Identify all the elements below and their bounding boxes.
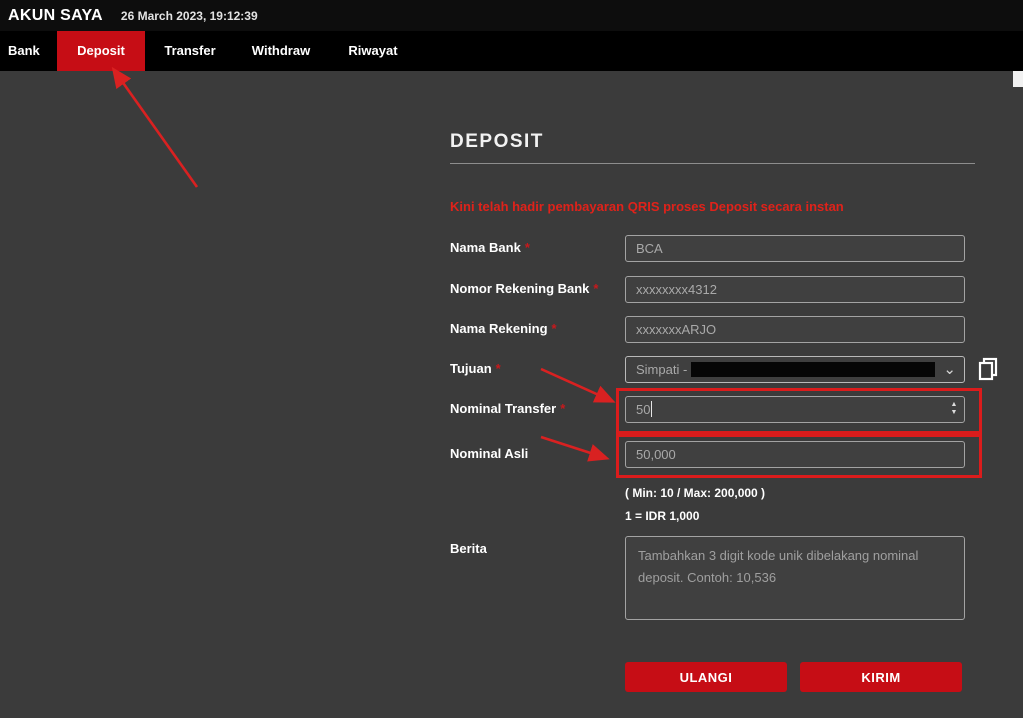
label-nomor-rekening: Nomor Rekening Bank*	[450, 281, 598, 296]
required-marker: *	[560, 401, 565, 416]
spinner-down-icon[interactable]: ▼	[951, 409, 958, 417]
copy-icon[interactable]	[978, 357, 998, 381]
nama-bank-field[interactable]	[625, 235, 965, 262]
label-nominal-asli: Nominal Asli	[450, 446, 528, 461]
label-nominal-transfer: Nominal Transfer*	[450, 401, 565, 416]
heading-divider	[450, 163, 975, 164]
deposit-heading: DEPOSIT	[450, 131, 544, 153]
nominal-asli-field[interactable]	[625, 441, 965, 468]
rate-hint: 1 = IDR 1,000	[625, 509, 699, 523]
qris-notice: Kini telah hadir pembayaran QRIS proses …	[450, 199, 980, 214]
label-nama-rekening: Nama Rekening*	[450, 321, 557, 336]
required-marker: *	[593, 281, 598, 296]
label-berita: Berita	[450, 541, 487, 556]
nama-rekening-field[interactable]	[625, 316, 965, 343]
datetime-label: 26 March 2023, 19:12:39	[121, 9, 258, 23]
tujuan-selected-value: Simpati -	[636, 362, 687, 377]
tab-transfer[interactable]: Transfer	[145, 31, 235, 71]
chevron-down-icon: ⌄	[943, 365, 956, 375]
page-title: AKUN SAYA	[8, 7, 103, 25]
number-stepper[interactable]: ▲ ▼	[947, 398, 961, 420]
tab-withdraw[interactable]: Withdraw	[235, 31, 327, 71]
kirim-button[interactable]: KIRIM	[800, 662, 962, 692]
nomor-rekening-field[interactable]	[625, 276, 965, 303]
required-marker: *	[525, 240, 530, 255]
label-tujuan: Tujuan*	[450, 361, 501, 376]
tab-bank[interactable]: Bank	[0, 31, 57, 71]
redacted-text	[691, 362, 935, 377]
account-page: AKUN SAYA 26 March 2023, 19:12:39 Bank D…	[0, 0, 1023, 718]
min-max-hint: ( Min: 10 / Max: 200,000 )	[625, 486, 765, 500]
required-marker: *	[496, 361, 501, 376]
tab-riwayat[interactable]: Riwayat	[327, 31, 419, 71]
required-marker: *	[552, 321, 557, 336]
tujuan-select[interactable]: Simpati - ⌄	[625, 356, 965, 383]
spinner-up-icon[interactable]: ▲	[951, 401, 958, 409]
ulangi-button[interactable]: ULANGI	[625, 662, 787, 692]
berita-field[interactable]: Tambahkan 3 digit kode unik dibelakang n…	[625, 536, 965, 620]
main-nav: Bank Deposit Transfer Withdraw Riwayat	[0, 31, 1023, 71]
text-cursor	[651, 401, 652, 417]
label-nama-bank: Nama Bank*	[450, 240, 530, 255]
tab-deposit[interactable]: Deposit	[57, 31, 145, 71]
scrollbar-thumb[interactable]	[1013, 71, 1023, 87]
nominal-transfer-field[interactable]	[625, 396, 965, 423]
top-bar: AKUN SAYA 26 March 2023, 19:12:39	[0, 0, 1023, 31]
